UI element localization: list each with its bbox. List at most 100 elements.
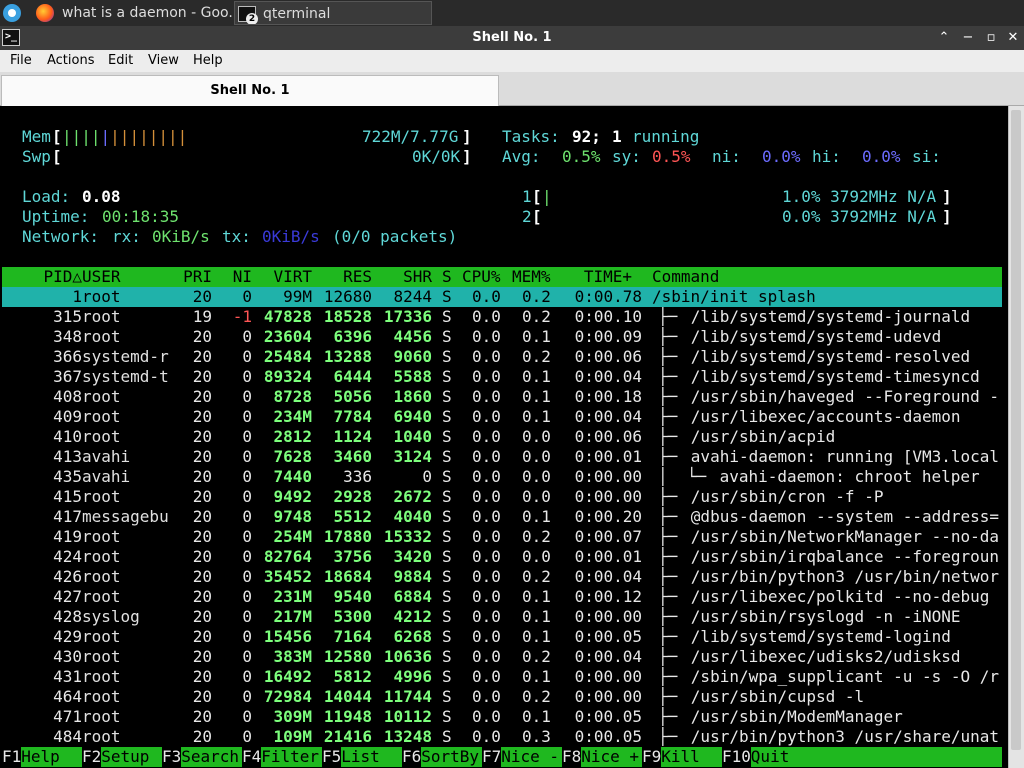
fkey-label[interactable]: Kill — [661, 747, 722, 767]
table-row[interactable]: 367 systemd-t 20 0 89324 6444 5588 S 0.0 0.1 0:00.… — [2, 367, 1002, 387]
pri-cell: 20 — [192, 587, 212, 606]
col-cpu[interactable]: CPU% — [462, 267, 501, 287]
fkey-f6[interactable]: F6 — [402, 747, 422, 767]
taskbar-item-terminal[interactable]: 2 qterminal — [234, 1, 432, 25]
cpu-cell: 0.0 — [472, 667, 501, 686]
fkey-label[interactable]: Nice + — [581, 747, 642, 767]
process-table-header[interactable]: PID△ USER PRI NI VIRT RES SHR S CPU% MEM… — [2, 267, 1002, 287]
table-row[interactable]: 415 root 20 0 9492 2928 2672 S 0.0 0.0 0:00.00 ├─ /… — [2, 487, 1002, 507]
table-row[interactable]: 431 root 20 0 16492 5812 4996 S 0.0 0.1 0:00.00 ├─ … — [2, 667, 1002, 687]
ni-cell: 0 — [242, 707, 252, 726]
fkey-label[interactable]: Quit — [750, 747, 802, 767]
fkey-label[interactable]: Search — [181, 747, 242, 767]
virt-cell: 217M — [273, 607, 312, 626]
table-row[interactable]: 315 root 19 -1 47828 18528 17336 S 0.0 0.2 0:00.10… — [2, 307, 1002, 327]
table-row[interactable]: 410 root 20 0 2812 1124 1040 S 0.0 0.0 0:00.06 ├─ /… — [2, 427, 1002, 447]
tree-branch: ├─ — [658, 647, 687, 666]
fkey-label[interactable]: Nice - — [501, 747, 562, 767]
cpu1-label: 1 — [522, 187, 532, 206]
terminal-output[interactable]: Mem [ ||||||||||||| 722M/7.77G ] Tasks: … — [0, 106, 1008, 768]
table-row[interactable]: 426 root 20 0 35452 18684 9884 S 0.0 0.2 0:00.04 ├─… — [2, 567, 1002, 587]
pri-cell: 20 — [192, 567, 212, 586]
col-mem[interactable]: MEM% — [512, 267, 551, 287]
fkey-f8[interactable]: F8 — [562, 747, 582, 767]
virt-cell: 9492 — [273, 487, 312, 506]
table-row[interactable]: 424 root 20 0 82764 3756 3420 S 0.0 0.0 0:00.01 ├─ … — [2, 547, 1002, 567]
close-button[interactable]: ✕ — [1003, 28, 1023, 48]
cpu1-bracket-open: [ — [532, 187, 542, 206]
col-command[interactable]: Command — [652, 267, 719, 287]
menu-actions[interactable]: Actions — [47, 50, 95, 72]
taskbar-item-label: qterminal — [263, 6, 331, 22]
col-pid[interactable]: PID△ — [10, 267, 82, 287]
col-virt[interactable]: VIRT — [252, 267, 312, 287]
swap-meter: Swp [ 0K/0K ] Avg: 0.5% sy: 0.5% ni: 0.0… — [22, 147, 1002, 167]
table-row[interactable]: 429 root 20 0 15456 7164 6268 S 0.0 0.1 0:00.05 ├─ … — [2, 627, 1002, 647]
table-row[interactable]: 484 root 20 0 109M 21416 13248 S 0.0 0.3 0:00.05 ├─… — [2, 727, 1002, 747]
fkey-label[interactable]: Help — [21, 747, 82, 767]
col-pri[interactable]: PRI — [162, 267, 212, 287]
rx-value: 0KiB/s — [152, 227, 210, 246]
ni-cell: 0 — [242, 287, 252, 306]
table-row[interactable]: 430 root 20 0 383M 12580 10636 S 0.0 0.2 0:00.04 ├─… — [2, 647, 1002, 667]
fkey-f9[interactable]: F9 — [642, 747, 662, 767]
time-cell: 0:00.05 — [574, 707, 642, 726]
col-res[interactable]: RES — [312, 267, 372, 287]
table-row[interactable]: 419 root 20 0 254M 17880 15332 S 0.0 0.2 0:00.07 ├─… — [2, 527, 1002, 547]
ni-cell: 0 — [242, 607, 252, 626]
cpu2-bracket-open: [ — [532, 207, 542, 226]
ni-cell: 0 — [242, 567, 252, 586]
fkey-f7[interactable]: F7 — [482, 747, 502, 767]
tab-shell-1[interactable]: Shell No. 1 — [1, 75, 499, 106]
shr-cell: 3124 — [393, 447, 432, 466]
table-row[interactable]: 464 root 20 0 72984 14044 11744 S 0.0 0.2 0:00.00 ├… — [2, 687, 1002, 707]
ni-cell: 0 — [242, 387, 252, 406]
fkey-f3[interactable]: F3 — [162, 747, 182, 767]
fkey-label[interactable]: Setup — [101, 747, 162, 767]
fkey-f5[interactable]: F5 — [322, 747, 342, 767]
fkey-label[interactable]: List — [341, 747, 402, 767]
shade-button[interactable]: ⌃ — [934, 28, 954, 48]
table-row[interactable]: 366 systemd-r 20 0 25484 13288 9060 S 0.0 0.2 0:00… — [2, 347, 1002, 367]
time-cell: 0:00.01 — [574, 447, 642, 466]
table-row[interactable]: 409 root 20 0 234M 7784 6940 S 0.0 0.1 0:00.04 ├─ /… — [2, 407, 1002, 427]
col-shr[interactable]: SHR — [372, 267, 432, 287]
fkey-f2[interactable]: F2 — [82, 747, 102, 767]
scrollbar-thumb[interactable] — [1011, 110, 1021, 750]
table-row[interactable]: 427 root 20 0 231M 9540 6884 S 0.0 0.1 0:00.12 ├─ /… — [2, 587, 1002, 607]
col-ni[interactable]: NI — [212, 267, 252, 287]
menu-view[interactable]: View — [148, 50, 179, 72]
taskbar-item-browser[interactable]: what is a daemon - Goo... — [34, 1, 232, 25]
avg-label: Avg: — [502, 147, 541, 166]
state-cell: S — [442, 567, 452, 586]
fkey-f1[interactable]: F1 — [2, 747, 22, 767]
fkey-f4[interactable]: F4 — [242, 747, 262, 767]
window-titlebar[interactable]: >_ Shell No. 1 ⌃ − ▫ ✕ — [0, 26, 1024, 50]
menu-help[interactable]: Help — [193, 50, 223, 72]
col-state[interactable]: S — [442, 267, 452, 287]
mem-meter: Mem [ ||||||||||||| 722M/7.77G ] Tasks: … — [22, 127, 1002, 147]
table-row[interactable]: 413 avahi 20 0 7628 3460 3124 S 0.0 0.0 0:00.01 ├─ … — [2, 447, 1002, 467]
col-time[interactable]: TIME+ — [562, 267, 632, 287]
table-row[interactable]: 471 root 20 0 309M 11948 10112 S 0.0 0.1 0:00.05 ├─… — [2, 707, 1002, 727]
menu-file[interactable]: File — [10, 50, 32, 72]
cpu-cell: 0.0 — [472, 327, 501, 346]
fkey-label[interactable]: SortBy — [421, 747, 482, 767]
col-user[interactable]: USER — [82, 267, 121, 287]
table-row[interactable]: 435 avahi 20 0 7440 336 0 S 0.0 0.0 0:00.00 │ └─ av… — [2, 467, 1002, 487]
swp-bracket-open: [ — [52, 147, 62, 166]
menu-edit[interactable]: Edit — [108, 50, 133, 72]
maximize-button[interactable]: ▫ — [981, 28, 1001, 48]
table-row[interactable]: 348 root 20 0 23604 6396 4456 S 0.0 0.1 0:00.09 ├─ … — [2, 327, 1002, 347]
app-launcher-icon[interactable] — [3, 4, 21, 22]
minimize-button[interactable]: − — [958, 28, 978, 48]
table-row[interactable]: 408 root 20 0 8728 5056 1860 S 0.0 0.1 0:00.18 ├─ /… — [2, 387, 1002, 407]
table-row[interactable]: 417 messagebu 20 0 9748 5512 4040 S 0.0 0.1 0:00.2… — [2, 507, 1002, 527]
fkey-f10[interactable]: F10 — [722, 747, 751, 767]
pri-cell: 20 — [192, 607, 212, 626]
table-row[interactable]: 428 syslog 20 0 217M 5300 4212 S 0.0 0.1 0:00.00 ├─… — [2, 607, 1002, 627]
terminal-scrollbar[interactable] — [1008, 106, 1024, 768]
user-cell: root — [82, 307, 121, 326]
table-row-selected[interactable]: 1 root 20 0 99M 12680 8244 S 0.0 0.2 0:00.78/sbin/… — [2, 287, 1002, 307]
fkey-label[interactable]: Filter — [261, 747, 322, 767]
